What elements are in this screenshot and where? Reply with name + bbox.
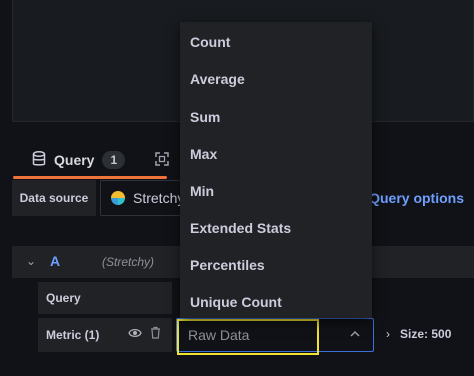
dropdown-option[interactable]: Percentiles	[190, 257, 265, 273]
query-datasource-hint: (Stretchy)	[102, 255, 155, 269]
transform-icon	[155, 151, 169, 169]
metric-type-value[interactable]: Raw Data	[188, 327, 249, 343]
size-setting[interactable]: Size: 500	[400, 327, 451, 341]
dropdown-option[interactable]: Min	[190, 183, 214, 199]
tab-transform[interactable]	[155, 142, 169, 178]
tab-query-label: Query	[54, 152, 95, 168]
dropdown-option[interactable]: Max	[190, 146, 217, 162]
datasource-logo-icon	[111, 191, 125, 205]
datasource-label: Data source	[12, 180, 96, 216]
query-options-button[interactable]: Query options	[369, 180, 464, 216]
query-count-badge: 1	[102, 151, 126, 169]
metric-row: Metric (1)	[38, 318, 172, 352]
eye-icon[interactable]	[128, 327, 142, 342]
query-field-label: Query	[38, 282, 172, 314]
active-tab-indicator	[13, 176, 167, 179]
metric-type-dropdown: Count Average Sum Max Min Extended Stats…	[180, 22, 372, 318]
query-ref-id[interactable]: A	[50, 253, 60, 269]
dropdown-option[interactable]: Count	[190, 34, 230, 50]
metric-label: Metric (1)	[46, 328, 100, 342]
dropdown-option[interactable]: Unique Count	[190, 294, 282, 310]
database-icon	[32, 150, 46, 170]
datasource-name: Stretchy	[133, 190, 185, 206]
chevron-down-icon[interactable]: ⌄	[26, 254, 36, 268]
dropdown-option[interactable]: Sum	[190, 109, 220, 125]
tab-query[interactable]: Query 1	[32, 142, 126, 178]
dropdown-option[interactable]: Average	[190, 71, 245, 87]
chevron-right-icon[interactable]: ›	[386, 327, 390, 341]
dropdown-option[interactable]: Extended Stats	[190, 220, 291, 236]
trash-icon[interactable]	[150, 326, 161, 342]
chevron-up-icon[interactable]	[350, 328, 360, 340]
